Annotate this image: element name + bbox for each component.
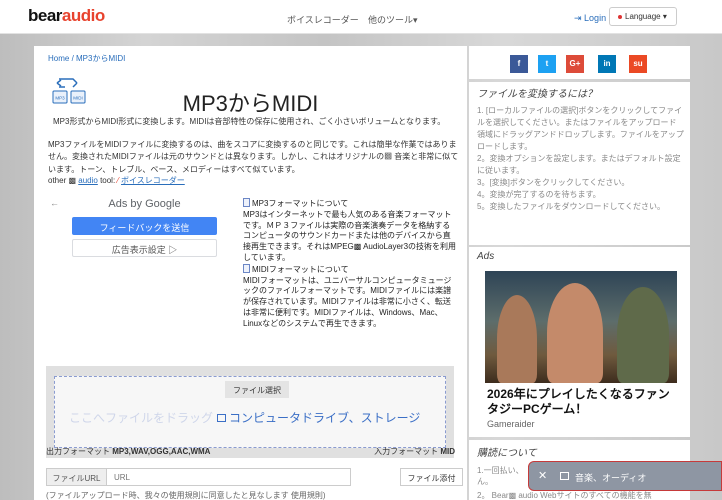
login-icon: ⇥ — [574, 13, 585, 23]
category-toast: ✕ 音楽、オーディオ — [528, 461, 722, 491]
language-dropdown[interactable]: Language ▾ — [609, 7, 677, 26]
login-label: Login — [584, 13, 607, 23]
social-share-bar: f t G+ in su — [469, 46, 690, 79]
stumbleupon-icon[interactable]: su — [629, 55, 647, 73]
close-icon[interactable]: ✕ — [538, 469, 547, 482]
usage-notice: (ファイルアップロード時、我々の使用規則に同意したと見なします 使用規則) — [46, 491, 326, 500]
step-item: 4。変換が完了するのを待ちます。 — [477, 190, 601, 199]
page-subtitle: MP3形式からMIDI形式に変換します。MIDIは音部特性の保存に使用され、ごく… — [53, 117, 446, 126]
about-line: 2。 Bear▩ audio Webサイトのすべての機能を無 — [477, 491, 652, 500]
drop-sources[interactable]: コンピュータドライブ、ストレージ — [229, 411, 420, 425]
ads-by-google: Ads by Google — [108, 198, 181, 210]
logo-bear-text: bear — [28, 6, 62, 25]
upload-area: ファイル選択 ここへファイルをドラッグ コンピュータドライブ、ストレージ — [46, 366, 454, 458]
step-item: 5。変換したファイルをダウンロードしてください。 — [477, 202, 665, 211]
about-line: ん。 — [477, 477, 493, 486]
file-select-button[interactable]: ファイル選択 — [225, 381, 289, 398]
about-heading: 購読について — [477, 448, 537, 459]
step-item: 1. [ローカルファイルの選択]ボタンをクリックしてファイルを選択してください。… — [477, 106, 684, 151]
voice-recorder-link[interactable]: ボイスレコーダー — [121, 176, 185, 185]
main-panel: Home / MP3からMIDI MP3 MIDI MP3からMIDI MP3形… — [34, 46, 467, 500]
page-title: MP3からMIDI — [182, 91, 319, 116]
ad-headline[interactable]: 2026年にプレイしたくなるファンタジーPCゲーム！ — [487, 387, 677, 417]
drop-hint: ここへファイルをドラッグ — [69, 411, 214, 425]
input-format-label: 入力フォーマット — [374, 447, 439, 456]
language-label: Language ▾ — [625, 12, 667, 21]
step-item: 3。[変換]ボタンをクリックしてください。 — [477, 178, 630, 187]
linkedin-icon[interactable]: in — [598, 55, 616, 73]
mp3-text: MP3はインターネットで最も人気のある音楽フォーマットです。ＭＰ３ファイルは実際… — [243, 209, 457, 262]
how-heading: ファイルを変換するには？ — [477, 89, 597, 100]
other-tool-line: other ▩ audio tool: ⁄ ボイスレコーダー — [48, 175, 185, 186]
twitter-icon[interactable]: t — [538, 55, 556, 73]
url-label: ファイルURL — [47, 469, 107, 485]
ad-feedback-button[interactable]: フィードバックを送信 — [72, 217, 217, 235]
toast-text[interactable]: 音楽、オーディオ — [575, 471, 646, 484]
output-format-value: MP3,WAV,OGG,AAC,WMA — [112, 447, 211, 456]
ads-box: Ads 2026年にプレイしたくなるファンタジーPCゲーム！ Gameraide… — [469, 247, 690, 437]
window-icon — [217, 414, 227, 422]
output-format-label: 出力フォーマット — [46, 447, 110, 456]
mp3-heading: MP3フォーマットについて — [252, 199, 349, 208]
nav-voice-recorder[interactable]: ボイスレコーダー — [287, 13, 359, 26]
nav-other-tools[interactable]: 他のツール▾ — [368, 13, 418, 26]
input-format: 入力フォーマット MID — [374, 446, 455, 457]
drop-text: ここへファイルをドラッグ コンピュータドライブ、ストレージ — [69, 409, 420, 426]
tool-label: tool: — [100, 176, 116, 185]
about-line: 1.一回払い、 — [477, 466, 524, 475]
midi-text: MIDIフォーマットは、ユニバーサルコンピュータミュージックのファイルフォーマッ… — [243, 275, 452, 328]
back-arrow-icon[interactable]: ← — [50, 198, 59, 208]
ad-figure — [497, 295, 537, 383]
breadcrumb[interactable]: Home / MP3からMIDI — [48, 53, 125, 64]
how-to-convert: ファイルを変換するには？ 1. [ローカルファイルの選択]ボタンをクリックしてフ… — [469, 82, 690, 245]
doc-icon — [243, 263, 250, 273]
step-item: 2。変換オプションを設定します。またはデフォルト設定に従います。 — [477, 154, 681, 175]
flag-icon — [618, 14, 622, 19]
googleplus-icon[interactable]: G+ — [566, 55, 584, 73]
ad-figure — [617, 287, 669, 383]
doc-icon — [243, 198, 250, 207]
ad-source: Gameraider — [487, 419, 535, 429]
top-navbar: bearaudio ボイスレコーダー 他のツール▾ ⇥ Login Langua… — [0, 0, 722, 34]
drop-zone[interactable]: ファイル選択 ここへファイルをドラッグ コンピュータドライブ、ストレージ — [54, 376, 446, 448]
page-description: MP3ファイルをMIDIファイルに変換するのは、曲をスコアに変換するのと同じです… — [48, 140, 459, 174]
midi-heading: MIDIフォーマットについて — [252, 264, 349, 274]
ad-image[interactable] — [485, 271, 677, 383]
url-input[interactable] — [108, 469, 348, 485]
login-link[interactable]: ⇥ Login — [574, 13, 606, 24]
how-steps: 1. [ローカルファイルの選択]ボタンをクリックしてファイルを選択してください。… — [477, 105, 684, 213]
logo[interactable]: bearaudio — [28, 6, 105, 26]
format-info: MP3フォーマットについて MP3はインターネットで最も人気のある音楽フォーマッ… — [243, 198, 458, 330]
other-prefix: other ▩ — [48, 176, 77, 185]
attach-file-button[interactable]: ファイル添付 — [400, 468, 463, 486]
logo-audio-text: audio — [61, 6, 105, 25]
window-icon — [560, 472, 569, 480]
ad-figure — [547, 283, 603, 383]
url-input-group: ファイルURL — [46, 468, 351, 486]
ads-heading: Ads — [477, 251, 495, 262]
input-format-value: MID — [440, 447, 455, 456]
ad-settings-button[interactable]: 広告表示設定 ▷ — [72, 239, 217, 257]
output-format: 出力フォーマット MP3,WAV,OGG,AAC,WMA — [46, 446, 210, 457]
facebook-icon[interactable]: f — [510, 55, 528, 73]
mic-icon: ⁄ — [117, 176, 119, 185]
audio-link[interactable]: audio — [78, 176, 98, 185]
